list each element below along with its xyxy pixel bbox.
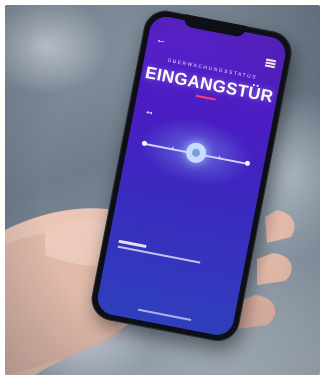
status-detail-line (117, 245, 201, 264)
hamburger-menu-icon[interactable] (264, 58, 277, 69)
home-indicator (137, 308, 192, 321)
back-arrow-icon[interactable]: ← (155, 33, 168, 47)
left-status-icon: ◂◂ (145, 109, 153, 117)
slider-left-arrow-icon: ‹ (170, 143, 176, 153)
slider-knob[interactable] (184, 141, 208, 165)
lock-slider[interactable]: ‹ › (134, 131, 258, 176)
photo: ← ÜBERWACHUNGSSTATUS EINGANGSTÜR ◂◂ ‹ › (5, 5, 320, 375)
status-info-block (117, 239, 235, 270)
slider-end-dot (244, 160, 251, 167)
